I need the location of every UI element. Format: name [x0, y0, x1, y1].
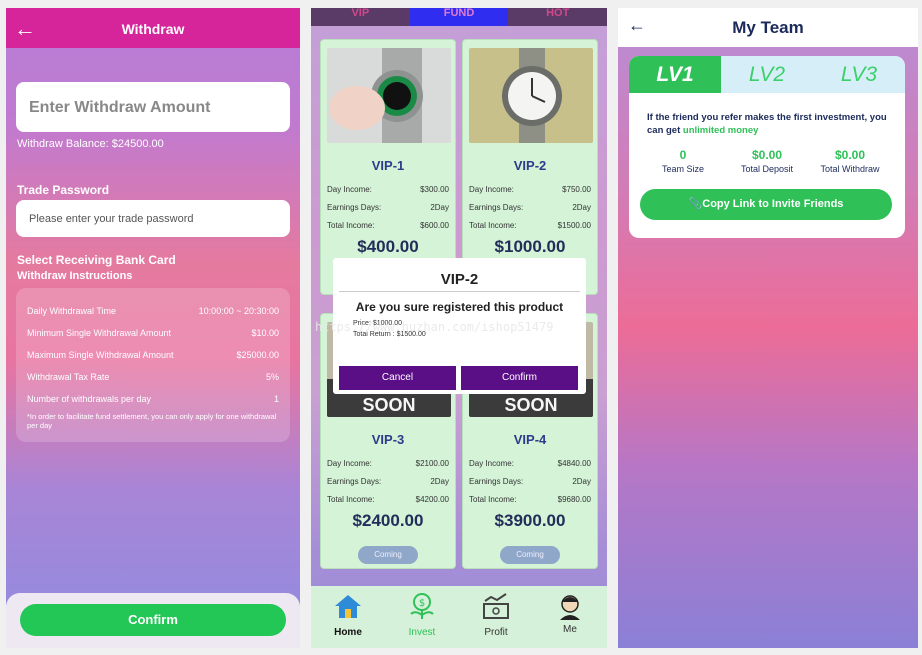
stat-team-size: 0 Team Size [661, 148, 705, 174]
withdraw-balance: Withdraw Balance: $24500.00 [17, 138, 164, 150]
team-panel: ← My Team LV1 LV2 LV3 If the friend you … [618, 8, 918, 648]
dialog-title: VIP-2 [440, 271, 479, 288]
nav-profit[interactable]: Profit [459, 586, 533, 648]
referral-text: If the friend you refer makes the first … [647, 112, 887, 136]
product-name: VIP-1 [371, 158, 405, 173]
withdraw-amount-input[interactable]: Enter Withdraw Amount [16, 82, 290, 132]
watch-image [327, 48, 451, 143]
watermark: https://www.huzhan.com/ishop51479 [315, 320, 554, 334]
bottom-nav: Home $ Invest Profit Me [311, 586, 607, 648]
withdraw-panel: ← Withdraw Enter Withdraw Amount Withdra… [6, 8, 300, 648]
dialog-question: Are you sure registered this product [355, 300, 564, 314]
trade-password-input[interactable]: Please enter your trade password [16, 200, 290, 237]
coming-badge: Coming [358, 546, 418, 564]
nav-invest[interactable]: $ Invest [385, 586, 459, 648]
select-bank-card-link[interactable]: Select Receiving Bank Card [17, 253, 176, 267]
tab-lv1[interactable]: LV1 [629, 56, 721, 93]
product-card[interactable]: VIP-2 Day Income: $750.00 Earnings Days: 2… [462, 39, 598, 295]
confirm-button[interactable]: Confirm [20, 604, 286, 636]
products-panel: VIP FUND HOT VIP-1 Day Income: $300.00 Ea… [311, 8, 607, 648]
withdraw-instructions-title: Withdraw Instructions [17, 270, 133, 282]
product-card[interactable]: VIP-1 Day Income: $300.00 Earnings Days: 2… [320, 39, 456, 295]
instruction-row: Minimum Single Withdrawal Amount $10.00 [27, 328, 279, 338]
product-price: $3900.00 [494, 511, 566, 530]
instruction-row: Withdrawal Tax Rate 5% [27, 372, 279, 382]
product-price: $2400.00 [352, 511, 424, 530]
product-name: VIP-3 [371, 432, 405, 447]
instruction-note: *In order to facilitate fund settlement,… [27, 412, 277, 430]
withdraw-header: ← Withdraw [6, 8, 300, 48]
house-icon [335, 595, 361, 618]
product-price: $1000.00 [494, 237, 566, 256]
coming-badge: Coming [500, 546, 560, 564]
page-title: Withdraw [121, 21, 185, 37]
product-tabs: VIP FUND HOT [311, 8, 607, 26]
instruction-row: Number of withdrawals per day 1 [27, 394, 279, 404]
tab-hot[interactable]: HOT [508, 8, 607, 26]
stat-total-withdraw: $0.00 Total Withdraw [820, 148, 880, 174]
link-icon: 📎 [688, 198, 703, 210]
money-plant-icon: $ [410, 593, 434, 619]
svg-text:$: $ [419, 598, 425, 609]
withdraw-footer: Confirm [6, 593, 300, 648]
trade-password-label: Trade Password [17, 183, 110, 197]
watch-illustration [469, 48, 593, 143]
product-name: VIP-4 [513, 432, 547, 447]
page-title: My Team [732, 18, 804, 37]
nav-home[interactable]: Home [311, 586, 385, 648]
instruction-row: Daily Withdrawal Time 10:00:00 ~ 20:30:00 [27, 306, 279, 316]
instruction-row: Maximum Single Withdrawal Amount $25000.0… [27, 350, 279, 360]
tab-lv2[interactable]: LV2 [721, 56, 813, 93]
money-chart-icon [483, 593, 509, 619]
copy-invite-link-button[interactable]: 📎Copy Link to Invite Friends [640, 189, 892, 220]
tab-fund[interactable]: FUND [409, 8, 509, 26]
tab-vip[interactable]: VIP [311, 8, 410, 26]
stat-total-deposit: $0.00 Total Deposit [740, 148, 794, 174]
divider [339, 291, 580, 292]
confirm-button[interactable]: Confirm [461, 366, 578, 390]
watch-illustration [327, 48, 451, 143]
cancel-button[interactable]: Cancel [339, 366, 456, 390]
team-header: ← My Team [618, 8, 918, 47]
instructions-box: Daily Withdrawal Time 10:00:00 ~ 20:30:00… [16, 288, 290, 442]
tab-lv3[interactable]: LV3 [813, 56, 905, 93]
level-tabs: LV1 LV2 LV3 [629, 56, 905, 93]
watch-image [469, 48, 593, 143]
team-card: LV1 LV2 LV3 If the friend you refer make… [629, 56, 905, 238]
product-name: VIP-2 [513, 158, 547, 173]
product-price: $400.00 [357, 237, 419, 256]
nav-me[interactable]: Me [533, 586, 607, 648]
user-avatar-icon [560, 595, 580, 620]
